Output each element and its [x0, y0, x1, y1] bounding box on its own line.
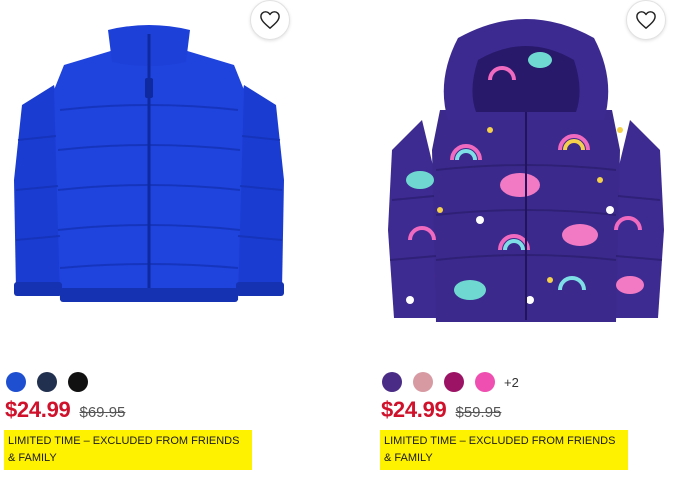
color-swatch[interactable]: [444, 372, 464, 392]
product-image[interactable]: [380, 0, 672, 330]
product-card[interactable]: +2 $24.99 $59.95 LIMITED TIME – EXCLUDED…: [380, 0, 672, 477]
sale-price: $24.99: [5, 397, 71, 422]
color-swatch[interactable]: [6, 372, 26, 392]
original-price: $69.95: [79, 404, 126, 421]
color-swatch[interactable]: [37, 372, 57, 392]
sale-price: $24.99: [381, 397, 447, 422]
price-row: $24.99 $69.95: [5, 397, 125, 423]
color-swatch[interactable]: [68, 372, 88, 392]
more-colors-link[interactable]: +2: [504, 375, 519, 390]
promo-badge: LIMITED TIME – EXCLUDED FROM FRIENDS & F…: [4, 430, 252, 470]
purple-dino-puffer-jacket-image: [388, 19, 664, 322]
color-swatch[interactable]: [382, 372, 402, 392]
promo-badge: LIMITED TIME – EXCLUDED FROM FRIENDS & F…: [380, 430, 628, 470]
product-card[interactable]: $24.99 $69.95 LIMITED TIME – EXCLUDED FR…: [4, 0, 296, 477]
price-row: $24.99 $59.95: [381, 397, 501, 423]
color-swatches: +2: [382, 372, 519, 392]
color-swatch[interactable]: [413, 372, 433, 392]
color-swatch[interactable]: [475, 372, 495, 392]
color-swatches: [6, 372, 99, 392]
wishlist-button[interactable]: [250, 0, 290, 40]
blue-puffer-jacket-image: [14, 25, 284, 302]
wishlist-button[interactable]: [626, 0, 666, 40]
product-image[interactable]: [4, 0, 296, 330]
heart-icon: [260, 11, 280, 29]
original-price: $59.95: [455, 404, 502, 421]
heart-icon: [636, 11, 656, 29]
